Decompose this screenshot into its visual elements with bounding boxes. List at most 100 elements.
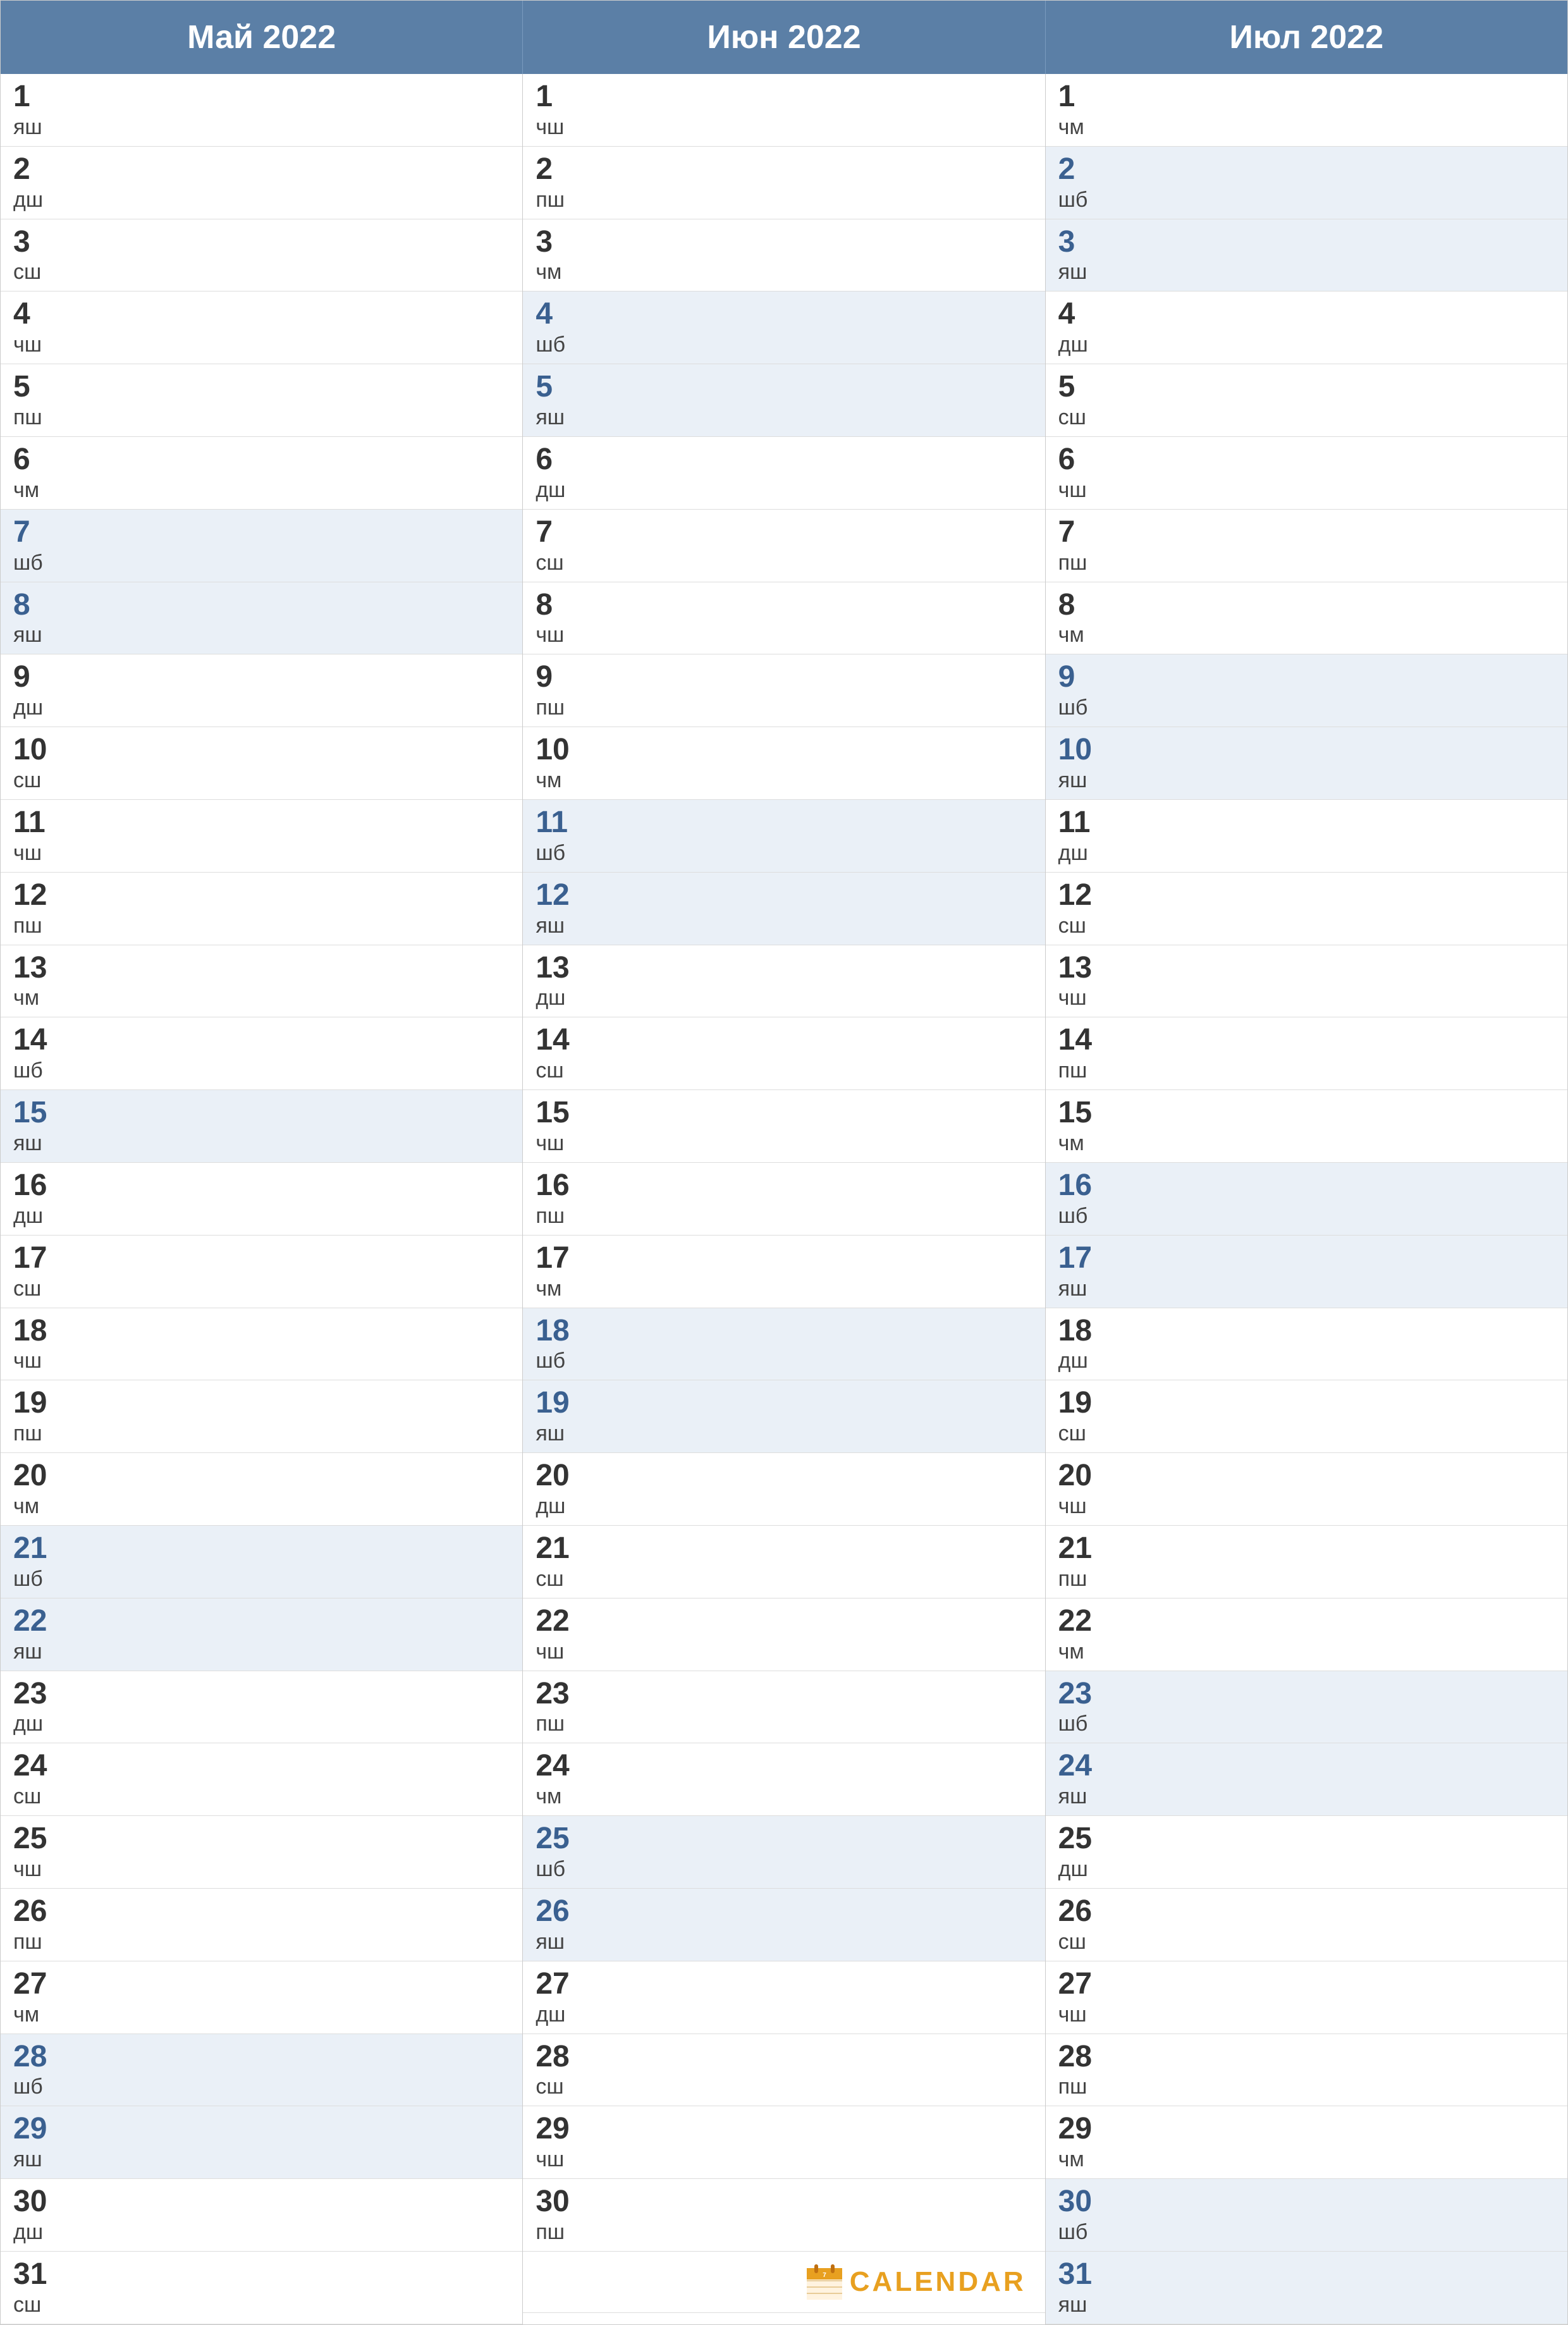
day-cell: 9шб bbox=[1046, 654, 1567, 727]
day-text: чш bbox=[1058, 986, 1555, 1010]
day-cell: 10чм bbox=[523, 727, 1044, 800]
day-text: сш bbox=[536, 551, 1032, 575]
day-number: 30 bbox=[1058, 2185, 1555, 2219]
day-number: 11 bbox=[13, 806, 510, 840]
day-number: 16 bbox=[13, 1169, 510, 1203]
day-text: яш bbox=[1058, 768, 1555, 793]
day-cell: 13дш bbox=[523, 945, 1044, 1018]
day-text: шб bbox=[13, 551, 510, 575]
day-text: сш bbox=[536, 2075, 1032, 2099]
day-number: 15 bbox=[13, 1096, 510, 1130]
day-number: 22 bbox=[536, 1605, 1032, 1638]
day-cell: 11шб bbox=[523, 800, 1044, 873]
day-text: чш bbox=[536, 115, 1032, 140]
day-cell: 7сш bbox=[523, 510, 1044, 582]
day-text: дш bbox=[536, 2003, 1032, 2027]
day-cell: 8яш bbox=[1, 582, 522, 655]
day-cell: 15чш bbox=[523, 1090, 1044, 1163]
day-text: пш bbox=[13, 914, 510, 938]
day-cell: 14шб bbox=[1, 1017, 522, 1090]
month-header-jul: Июл 2022 bbox=[1046, 1, 1567, 74]
day-text: дш bbox=[1058, 841, 1555, 866]
calendar-container: Май 2022 Июн 2022 Июл 2022 1яш2дш3сш4чш5… bbox=[0, 0, 1568, 2325]
day-cell: 20чм bbox=[1, 1453, 522, 1526]
day-cell: 2дш bbox=[1, 147, 522, 219]
day-number: 28 bbox=[536, 2040, 1032, 2074]
day-text: чм bbox=[1058, 623, 1555, 647]
day-number: 26 bbox=[536, 1895, 1032, 1929]
day-number: 14 bbox=[13, 1024, 510, 1057]
day-number: 11 bbox=[536, 806, 1032, 840]
day-number: 26 bbox=[13, 1895, 510, 1929]
day-text: чш bbox=[13, 1857, 510, 1882]
day-text: сш bbox=[13, 260, 510, 285]
day-number: 30 bbox=[13, 2185, 510, 2219]
day-cell: 1яш bbox=[1, 74, 522, 147]
day-number: 27 bbox=[13, 1968, 510, 2001]
day-text: чм bbox=[536, 1784, 1032, 1809]
jul-column: 1чм2шб3яш4дш5сш6чш7пш8чм9шб10яш11дш12сш1… bbox=[1046, 74, 1567, 2324]
day-cell: 17яш bbox=[1046, 1236, 1567, 1308]
day-number: 7 bbox=[13, 516, 510, 549]
day-cell: 28шб bbox=[1, 2034, 522, 2107]
day-number: 6 bbox=[1058, 443, 1555, 477]
day-cell: 6дш bbox=[523, 437, 1044, 510]
day-number: 10 bbox=[1058, 733, 1555, 767]
day-cell: 17чм bbox=[523, 1236, 1044, 1308]
day-text: шб bbox=[13, 1567, 510, 1592]
day-number: 28 bbox=[1058, 2040, 1555, 2074]
day-number: 21 bbox=[13, 1532, 510, 1566]
day-cell: 10яш bbox=[1046, 727, 1567, 800]
day-cell: 9дш bbox=[1, 654, 522, 727]
day-text: пш bbox=[1058, 1567, 1555, 1592]
day-text: дш bbox=[13, 1712, 510, 1736]
day-cell: 4шб bbox=[523, 291, 1044, 364]
day-number: 29 bbox=[536, 2113, 1032, 2146]
day-text: шб bbox=[536, 1857, 1032, 1882]
day-cell: 26сш bbox=[1046, 1889, 1567, 1961]
day-cell: 27чш bbox=[1046, 1961, 1567, 2034]
day-cell: 7шб bbox=[1, 510, 522, 582]
day-cell: 30шб bbox=[1046, 2179, 1567, 2252]
day-cell: 19пш bbox=[1, 1380, 522, 1453]
day-cell: 11дш bbox=[1046, 800, 1567, 873]
day-text: чм bbox=[1058, 1131, 1555, 1156]
day-number: 2 bbox=[13, 153, 510, 187]
svg-text:7: 7 bbox=[823, 2272, 826, 2279]
day-number: 8 bbox=[1058, 589, 1555, 622]
day-number: 16 bbox=[536, 1169, 1032, 1203]
day-text: сш bbox=[536, 1058, 1032, 1083]
day-cell: 15чм bbox=[1046, 1090, 1567, 1163]
day-cell: 28сш bbox=[523, 2034, 1044, 2107]
day-number: 11 bbox=[1058, 806, 1555, 840]
day-number: 13 bbox=[13, 952, 510, 985]
day-text: пш bbox=[1058, 2075, 1555, 2099]
day-cell: 14пш bbox=[1046, 1017, 1567, 1090]
day-cell: 12сш bbox=[1046, 873, 1567, 945]
day-text: яш bbox=[13, 623, 510, 647]
day-number: 17 bbox=[536, 1242, 1032, 1275]
day-cell: 16пш bbox=[523, 1163, 1044, 1236]
day-text: шб bbox=[1058, 1712, 1555, 1736]
day-text: дш bbox=[536, 986, 1032, 1010]
day-cell: 2пш bbox=[523, 147, 1044, 219]
day-number: 8 bbox=[13, 589, 510, 622]
day-text: сш bbox=[1058, 1421, 1555, 1446]
day-number: 19 bbox=[536, 1387, 1032, 1420]
day-cell: 31яш bbox=[1046, 2252, 1567, 2324]
day-number: 12 bbox=[536, 879, 1032, 912]
day-cell: 22чш bbox=[523, 1598, 1044, 1671]
day-number: 2 bbox=[1058, 153, 1555, 187]
day-cell: 26пш bbox=[1, 1889, 522, 1961]
day-text: сш bbox=[1058, 405, 1555, 430]
day-cell: 28пш bbox=[1046, 2034, 1567, 2107]
day-text: сш bbox=[13, 2293, 510, 2317]
day-cell: 13чм bbox=[1, 945, 522, 1018]
day-text: чм bbox=[536, 768, 1032, 793]
day-number: 19 bbox=[13, 1387, 510, 1420]
day-text: яш bbox=[536, 1930, 1032, 1954]
day-cell: 21шб bbox=[1, 1526, 522, 1598]
day-cell: 18дш bbox=[1046, 1308, 1567, 1381]
day-cell: 11чш bbox=[1, 800, 522, 873]
day-text: чш bbox=[13, 333, 510, 357]
